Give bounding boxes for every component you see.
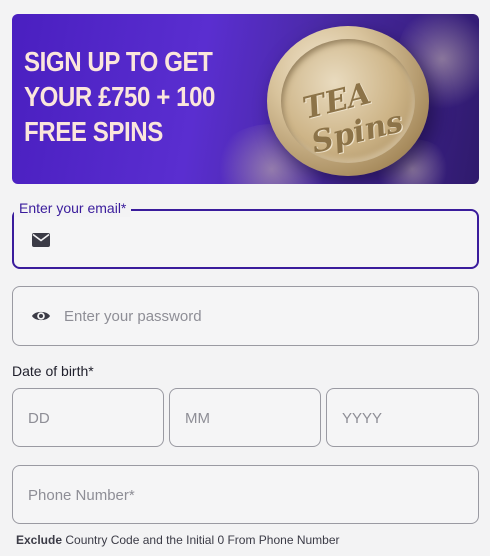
phone-hint-text: Country Code and the Initial 0 From Phon… xyxy=(62,533,340,547)
password-field[interactable] xyxy=(12,286,479,346)
envelope-icon xyxy=(32,233,50,252)
phone-hint: Exclude Country Code and the Initial 0 F… xyxy=(16,532,340,548)
dob-label: Date of birth* xyxy=(12,363,94,379)
dob-day-field[interactable] xyxy=(12,388,164,447)
phone-input[interactable] xyxy=(28,480,468,510)
phone-hint-emphasis: Exclude xyxy=(16,533,63,547)
email-field[interactable] xyxy=(12,209,479,269)
phone-field[interactable] xyxy=(12,465,479,524)
dob-year-field[interactable] xyxy=(326,388,479,447)
dob-month-field[interactable] xyxy=(169,388,321,447)
banner-headline: SIGN UP TO GET YOUR £750 + 100 FREE SPIN… xyxy=(24,46,216,147)
dob-day-input[interactable] xyxy=(28,403,153,433)
email-field-label: Enter your email* xyxy=(14,199,132,217)
coin-logo-text: TEA Spins xyxy=(299,76,407,161)
eye-icon[interactable] xyxy=(31,308,51,329)
password-input[interactable] xyxy=(64,301,464,331)
tea-spins-coin-logo: TEA Spins xyxy=(267,26,429,176)
dob-month-input[interactable] xyxy=(185,403,310,433)
dob-year-input[interactable] xyxy=(342,403,467,433)
promo-banner: SIGN UP TO GET YOUR £750 + 100 FREE SPIN… xyxy=(12,14,479,184)
email-input[interactable] xyxy=(64,225,464,255)
